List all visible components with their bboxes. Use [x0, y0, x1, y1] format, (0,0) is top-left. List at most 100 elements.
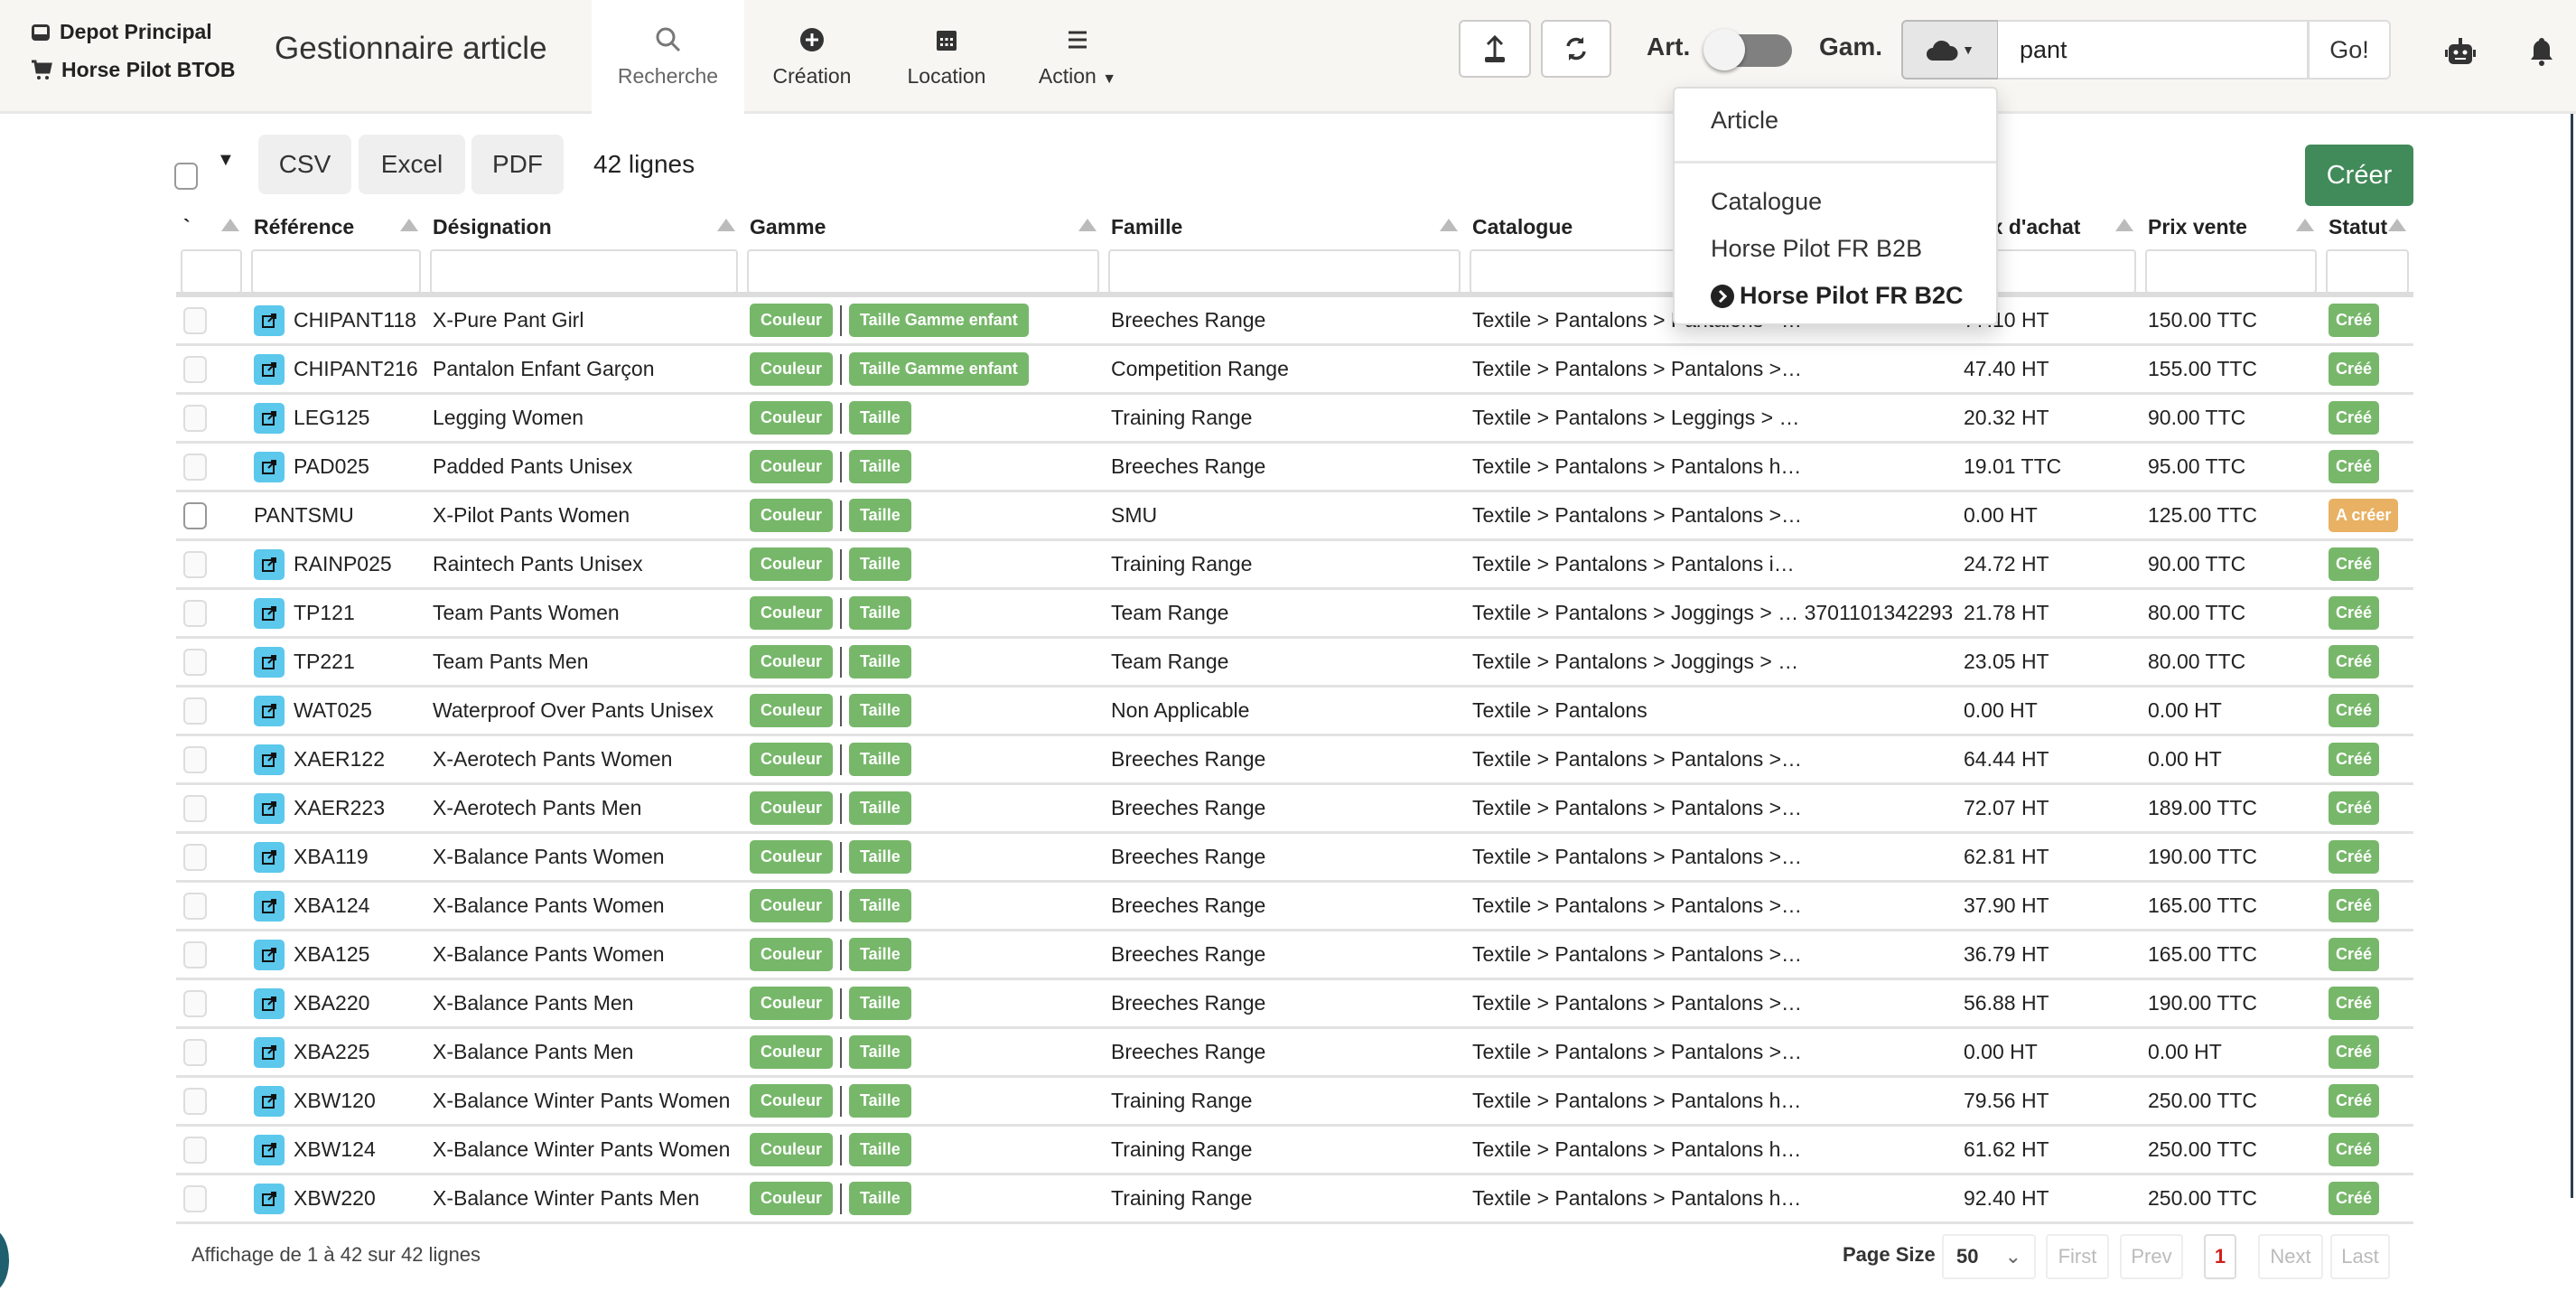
go-button[interactable]: Go! [2308, 20, 2391, 80]
column-header-famille[interactable]: Famille [1104, 206, 1465, 248]
scrollbar[interactable] [2571, 114, 2573, 1198]
sort-arrow-icon[interactable] [2296, 219, 2314, 231]
sort-arrow-icon[interactable] [717, 219, 735, 231]
menu-item-catalogue[interactable]: Catalogue [1711, 188, 1822, 216]
external-link-icon[interactable] [254, 402, 285, 434]
sort-arrow-icon[interactable] [400, 219, 418, 231]
menu-item-b2b[interactable]: Horse Pilot FR B2B [1711, 235, 1922, 263]
filter-input-reference[interactable] [251, 249, 421, 294]
create-button[interactable]: Créer [2305, 145, 2413, 206]
table-row[interactable]: PAD025 Padded Pants Unisex Couleur Taille Br… [176, 444, 2413, 492]
table-row[interactable]: XBA119 X-Balance Pants Women Couleur Taille… [176, 834, 2413, 883]
table-row[interactable]: XBA225 X-Balance Pants Men Couleur Taille Br… [176, 1029, 2413, 1078]
first-page-button[interactable]: First [2046, 1234, 2109, 1279]
art-gam-toggle[interactable] [1703, 29, 1792, 70]
filter-input-statut[interactable] [2326, 249, 2409, 294]
row-checkbox[interactable] [183, 648, 207, 676]
external-link-icon[interactable] [254, 646, 285, 678]
table-row[interactable]: XBW220 X-Balance Winter Pants Men Couleur T… [176, 1175, 2413, 1224]
external-link-icon[interactable] [254, 890, 285, 922]
column-header-select[interactable]: ` [176, 206, 247, 248]
page-size-select[interactable]: 50 ⌄ [1942, 1234, 2036, 1279]
menu-item-b2c[interactable]: Horse Pilot FR B2C [1711, 282, 1964, 310]
table-row[interactable]: XBA125 X-Balance Pants Women Couleur Taille… [176, 931, 2413, 980]
table-row[interactable]: XBW120 X-Balance Winter Pants Women Couleu… [176, 1078, 2413, 1127]
external-link-icon[interactable] [254, 548, 285, 580]
sort-arrow-icon[interactable] [2388, 219, 2406, 231]
tab-creation[interactable]: Création [750, 0, 874, 114]
filter-input-designation[interactable] [430, 249, 738, 294]
row-checkbox[interactable] [183, 940, 207, 968]
external-link-icon[interactable] [254, 744, 285, 775]
row-checkbox[interactable] [183, 697, 207, 725]
tab-location[interactable]: Location [885, 0, 1008, 114]
external-link-icon[interactable] [254, 841, 285, 873]
row-checkbox[interactable] [183, 453, 207, 481]
external-link-icon[interactable] [254, 1183, 285, 1214]
search-input[interactable] [1998, 20, 2309, 80]
select-menu-caret-icon[interactable]: ▼ [217, 150, 235, 171]
search-scope-dropdown-button[interactable]: ▼ [1901, 20, 1999, 80]
export-pdf-button[interactable]: PDF [471, 135, 564, 194]
table-row[interactable]: XAER223 X-Aerotech Pants Men Couleur Taille… [176, 785, 2413, 834]
external-link-icon[interactable] [254, 1085, 285, 1117]
table-row[interactable]: RAINP025 Raintech Pants Unisex Couleur Tail… [176, 541, 2413, 590]
table-row[interactable]: WAT025 Waterproof Over Pants Unisex Couleu… [176, 688, 2413, 736]
row-checkbox[interactable] [183, 501, 207, 529]
external-link-icon[interactable] [254, 695, 285, 726]
table-row[interactable]: PANTSMU X-Pilot Pants Women Couleur Taille S… [176, 492, 2413, 541]
row-checkbox[interactable] [183, 1087, 207, 1115]
filter-input-famille[interactable] [1108, 249, 1461, 294]
export-csv-button[interactable]: CSV [258, 135, 351, 194]
sort-arrow-icon[interactable] [2115, 219, 2133, 231]
table-row[interactable]: XBA124 X-Balance Pants Women Couleur Taille… [176, 883, 2413, 931]
row-checkbox[interactable] [183, 892, 207, 920]
menu-item-article[interactable]: Article [1711, 107, 1778, 135]
external-link-icon[interactable] [254, 792, 285, 824]
row-checkbox[interactable] [183, 843, 207, 871]
prev-page-button[interactable]: Prev [2120, 1234, 2183, 1279]
filter-input-select[interactable] [181, 249, 242, 294]
table-row[interactable]: CHIPANT216 Pantalon Enfant Garçon Couleur T… [176, 346, 2413, 395]
select-all-checkbox[interactable] [174, 163, 198, 190]
table-row[interactable]: XBA220 X-Balance Pants Men Couleur Taille Br… [176, 980, 2413, 1029]
external-link-icon[interactable] [254, 304, 285, 336]
row-checkbox[interactable] [183, 1038, 207, 1066]
row-checkbox[interactable] [183, 794, 207, 822]
sort-arrow-icon[interactable] [1440, 219, 1458, 231]
page-1-button[interactable]: 1 [2204, 1234, 2236, 1279]
row-checkbox[interactable] [183, 550, 207, 578]
external-link-icon[interactable] [254, 353, 285, 385]
external-link-icon[interactable] [254, 451, 285, 482]
filter-input-gamme[interactable] [747, 249, 1099, 294]
row-checkbox[interactable] [183, 355, 207, 383]
row-checkbox[interactable] [183, 1136, 207, 1164]
row-checkbox[interactable] [183, 989, 207, 1017]
last-page-button[interactable]: Last [2330, 1234, 2390, 1279]
table-row[interactable]: CHIPANT118 X-Pure Pant Girl Couleur Taille … [176, 297, 2413, 346]
row-checkbox[interactable] [183, 599, 207, 627]
row-checkbox[interactable] [183, 306, 207, 334]
column-header-prix-vente[interactable]: Prix vente [2141, 206, 2321, 248]
export-excel-button[interactable]: Excel [359, 135, 465, 194]
depot-context[interactable]: Depot Principal [31, 20, 212, 44]
column-header-designation[interactable]: Désignation [425, 206, 742, 248]
table-row[interactable]: XAER122 X-Aerotech Pants Women Couleur Tail… [176, 736, 2413, 785]
table-row[interactable]: LEG125 Legging Women Couleur Taille Training… [176, 395, 2413, 444]
external-link-icon[interactable] [254, 987, 285, 1019]
tab-action[interactable]: Action ▼ [1016, 0, 1139, 114]
external-link-icon[interactable] [254, 597, 285, 629]
tab-recherche[interactable]: Recherche [592, 0, 744, 114]
bell-icon[interactable] [2529, 36, 2554, 67]
table-row[interactable]: TP221 Team Pants Men Couleur Taille Team Ran… [176, 639, 2413, 688]
upload-button[interactable] [1459, 20, 1531, 78]
row-checkbox[interactable] [183, 1184, 207, 1212]
column-header-statut[interactable]: Statut [2321, 206, 2413, 248]
external-link-icon[interactable] [254, 1134, 285, 1165]
chat-widget-edge[interactable] [0, 1229, 9, 1292]
shop-context[interactable]: Horse Pilot BTOB [31, 58, 236, 82]
column-header-reference[interactable]: Référence [247, 206, 425, 248]
table-row[interactable]: TP121 Team Pants Women Couleur Taille Team R… [176, 590, 2413, 639]
filter-input-prix-vente[interactable] [2145, 249, 2317, 294]
next-page-button[interactable]: Next [2258, 1234, 2323, 1279]
